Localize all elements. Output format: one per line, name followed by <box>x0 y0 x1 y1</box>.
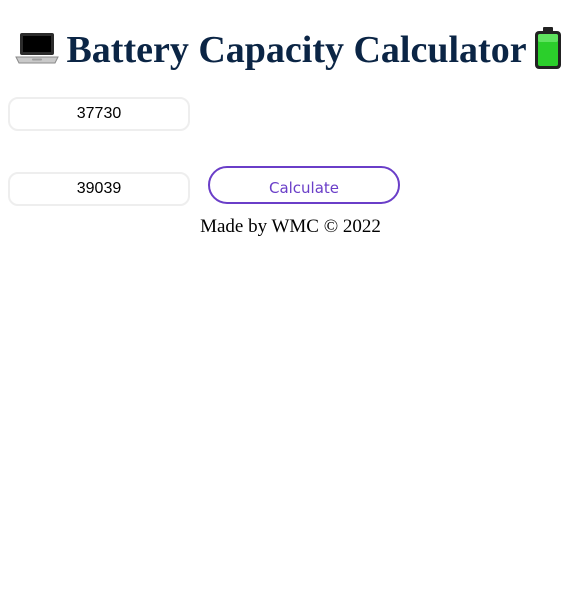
design-capacity-input[interactable] <box>8 97 190 131</box>
page: Battery Capacity Calculator Calculate Ma… <box>0 0 577 596</box>
laptop-icon <box>14 31 60 70</box>
page-title: Battery Capacity Calculator <box>66 29 527 71</box>
calculate-button[interactable]: Calculate <box>208 166 400 204</box>
footer-text: Made by WMC © 2022 <box>200 216 381 237</box>
battery-icon <box>533 26 563 75</box>
full-charge-capacity-input[interactable] <box>8 172 190 206</box>
header: Battery Capacity Calculator <box>0 24 577 76</box>
